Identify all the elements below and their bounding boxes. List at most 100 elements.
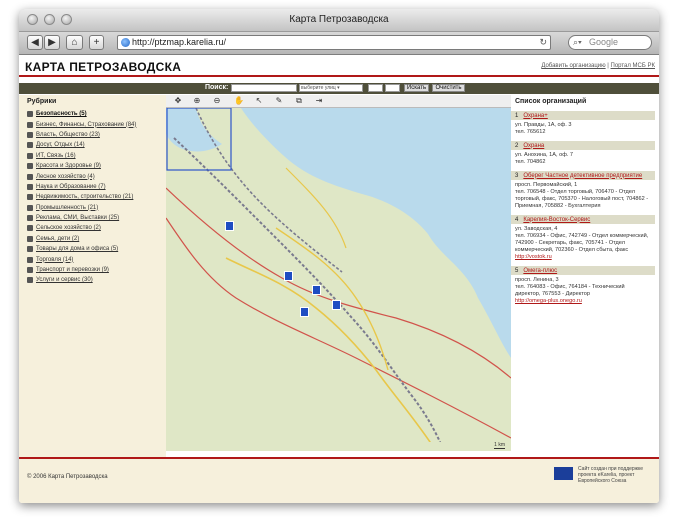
rubric-link[interactable]: Безопасность (5) <box>36 111 87 117</box>
rubric-link[interactable]: Красота и Здоровье (9) <box>36 163 101 169</box>
organization-website-link[interactable]: http://omega-plus.onego.ru <box>515 298 582 304</box>
location-marker[interactable] <box>300 307 309 317</box>
organization-name-link[interactable]: Охрана <box>523 143 544 149</box>
rubric-icon <box>27 142 33 149</box>
rubric-link[interactable]: Транспорт и перевозки (9) <box>36 267 109 273</box>
search-button[interactable]: Искать <box>404 84 429 92</box>
rubric-link[interactable]: Власть, Общество (23) <box>36 132 100 138</box>
organization-details: ул. Анохина, 1А, оф. 7 тел. 704862 <box>511 150 655 169</box>
rubric-link[interactable]: ИТ, Связь (16) <box>36 153 76 159</box>
search-input[interactable] <box>231 84 297 92</box>
eu-support-text: Сайт создан при поддержке проекта eKarel… <box>578 466 644 484</box>
rubric-link[interactable]: Торговля (14) <box>36 257 73 263</box>
rubric-item[interactable]: Недвижимость, строительство (21) <box>19 192 166 202</box>
organization-name-link[interactable]: Охрана+ <box>523 113 547 119</box>
rubric-link[interactable]: Лесное хозяйство (4) <box>36 174 95 180</box>
rubric-link[interactable]: Услуги и сервис (30) <box>36 277 93 283</box>
rubric-link[interactable]: Бизнес, Финансы, Страхование (84) <box>36 122 136 128</box>
zoom-out-icon[interactable]: ⊖ <box>212 96 222 105</box>
organization-number: 5 <box>515 267 519 274</box>
rubric-item[interactable]: Услуги и сервис (30) <box>19 275 166 285</box>
organization-detail-line: тел. 706934 - Офис, 742749 - Отдел комме… <box>515 233 649 253</box>
rubric-item[interactable]: Наука и Образование (7) <box>19 182 166 192</box>
rubric-link[interactable]: Сельское хозяйство (2) <box>36 225 101 231</box>
link-separator: | <box>607 63 609 69</box>
rubric-item[interactable]: Власть, Общество (23) <box>19 130 166 140</box>
house-input[interactable] <box>368 84 383 92</box>
rubric-link[interactable]: Досуг, Отдых (14) <box>36 142 85 148</box>
header-divider <box>19 75 659 77</box>
rubric-link[interactable]: Недвижимость, строительство (21) <box>36 194 133 200</box>
rubric-item[interactable]: Досуг, Отдых (14) <box>19 140 166 150</box>
map-canvas[interactable] <box>166 108 511 451</box>
address-bar[interactable]: http://ptzmap.karelia.ru/ ↻ <box>117 35 551 50</box>
organization-card: 3 Оберег Частное детективное предприятие п… <box>511 171 655 213</box>
address-text: http://ptzmap.karelia.ru/ <box>132 37 227 47</box>
organization-number: 3 <box>515 172 519 179</box>
organization-detail-line: просп. Первомайский, 1 <box>515 182 578 188</box>
web-page: КАРТА ПЕТРОЗАВОДСКА Добавить организацию… <box>19 55 659 503</box>
add-bookmark-button[interactable]: + <box>89 35 104 50</box>
rubric-icon <box>27 267 33 274</box>
organization-detail-line: тел. 706548 - Отдел торговый, 706470 - О… <box>515 189 649 209</box>
rubrics-list: Безопасность (5) Бизнес, Финансы, Страхов… <box>19 109 166 286</box>
rubric-item[interactable]: Бизнес, Финансы, Страхование (84) <box>19 119 166 129</box>
rubric-item[interactable]: Лесное хозяйство (4) <box>19 171 166 181</box>
rubric-item[interactable]: Безопасность (5) <box>19 109 166 119</box>
rubric-link[interactable]: Промышленность (21) <box>36 205 98 211</box>
rubric-icon <box>27 246 33 253</box>
portal-link[interactable]: Портал МСБ РК <box>611 63 655 69</box>
browser-search-field[interactable]: ⌕▾ Google <box>568 35 652 50</box>
location-marker[interactable] <box>332 300 341 310</box>
zoom-in-icon[interactable]: ⊕ <box>192 96 202 105</box>
organization-detail-line: ул. Анохина, 1А, оф. 7 <box>515 152 574 158</box>
organizations-title: Список организаций <box>515 98 587 105</box>
location-marker[interactable] <box>225 221 234 231</box>
organizations-panel: Список организаций 1 Охрана+ ул. Правды, 1… <box>511 95 659 457</box>
rubric-icon <box>27 215 33 222</box>
organization-website-link[interactable]: http://vostok.ru <box>515 254 552 260</box>
location-marker[interactable] <box>284 271 293 281</box>
rubric-item[interactable]: Сельское хозяйство (2) <box>19 223 166 233</box>
hand-icon[interactable]: ✋ <box>234 96 244 105</box>
rubric-item[interactable]: Транспорт и перевозки (9) <box>19 265 166 275</box>
window-title: Карта Петрозаводска <box>289 14 389 25</box>
map-toolbar: ✥ ⊕ ⊖ ✋ ↖ ✎ ⧉ ⇥ <box>166 95 511 108</box>
rubric-link[interactable]: Наука и Образование (7) <box>36 184 106 190</box>
title-bar: Карта Петрозаводска <box>19 9 659 32</box>
building-input[interactable] <box>385 84 400 92</box>
street-select[interactable]: выберите улиц ▾ <box>299 84 363 92</box>
forward-button[interactable]: ▶ <box>44 35 60 50</box>
organization-number: 1 <box>515 112 519 119</box>
organization-name-link[interactable]: Омега-плюс <box>523 268 557 274</box>
organization-name-link[interactable]: Карелия-Восток-Сервис <box>523 217 590 223</box>
rubric-item[interactable]: Промышленность (21) <box>19 203 166 213</box>
rubric-item[interactable]: ИТ, Связь (16) <box>19 151 166 161</box>
organization-name-link[interactable]: Оберег Частное детективное предприятие <box>523 173 642 179</box>
rubric-link[interactable]: Реклама, СМИ, Выставки (25) <box>36 215 119 221</box>
back-button[interactable]: ◀ <box>27 35 43 50</box>
copyright: © 2006 Карта Петрозаводска <box>27 474 108 480</box>
rubric-item[interactable]: Красота и Здоровье (9) <box>19 161 166 171</box>
organization-detail-line: тел. 765612 <box>515 129 546 135</box>
info-cursor-icon[interactable]: ↖ <box>254 96 264 105</box>
city-map[interactable]: 1 km <box>166 108 511 451</box>
rubric-item[interactable]: Товары для дома и офиса (5) <box>19 244 166 254</box>
home-button[interactable]: ⌂ <box>66 35 83 50</box>
collapse-icon[interactable]: ⇥ <box>314 96 324 105</box>
ruler-icon[interactable]: ✎ <box>274 96 284 105</box>
search-label: Поиск: <box>205 84 229 91</box>
rubric-link[interactable]: Товары для дома и офиса (5) <box>36 246 118 252</box>
overview-icon[interactable]: ⧉ <box>294 96 304 105</box>
organization-details: просп. Ленина, 3 тел. 764083 - Офис, 7641… <box>511 275 655 308</box>
add-organization-link[interactable]: Добавить организацию <box>541 63 605 69</box>
reload-icon[interactable]: ↻ <box>539 36 547 49</box>
organization-card: 1 Охрана+ ул. Правды, 1А, оф. 3 тел. 765612 <box>511 111 655 139</box>
rubric-item[interactable]: Торговля (14) <box>19 254 166 264</box>
location-marker[interactable] <box>312 285 321 295</box>
rubric-link[interactable]: Семья, дети (2) <box>36 236 79 242</box>
clear-button[interactable]: Очистить <box>432 84 465 92</box>
pan-arrows-icon[interactable]: ✥ <box>173 96 183 105</box>
rubric-item[interactable]: Реклама, СМИ, Выставки (25) <box>19 213 166 223</box>
rubric-item[interactable]: Семья, дети (2) <box>19 234 166 244</box>
